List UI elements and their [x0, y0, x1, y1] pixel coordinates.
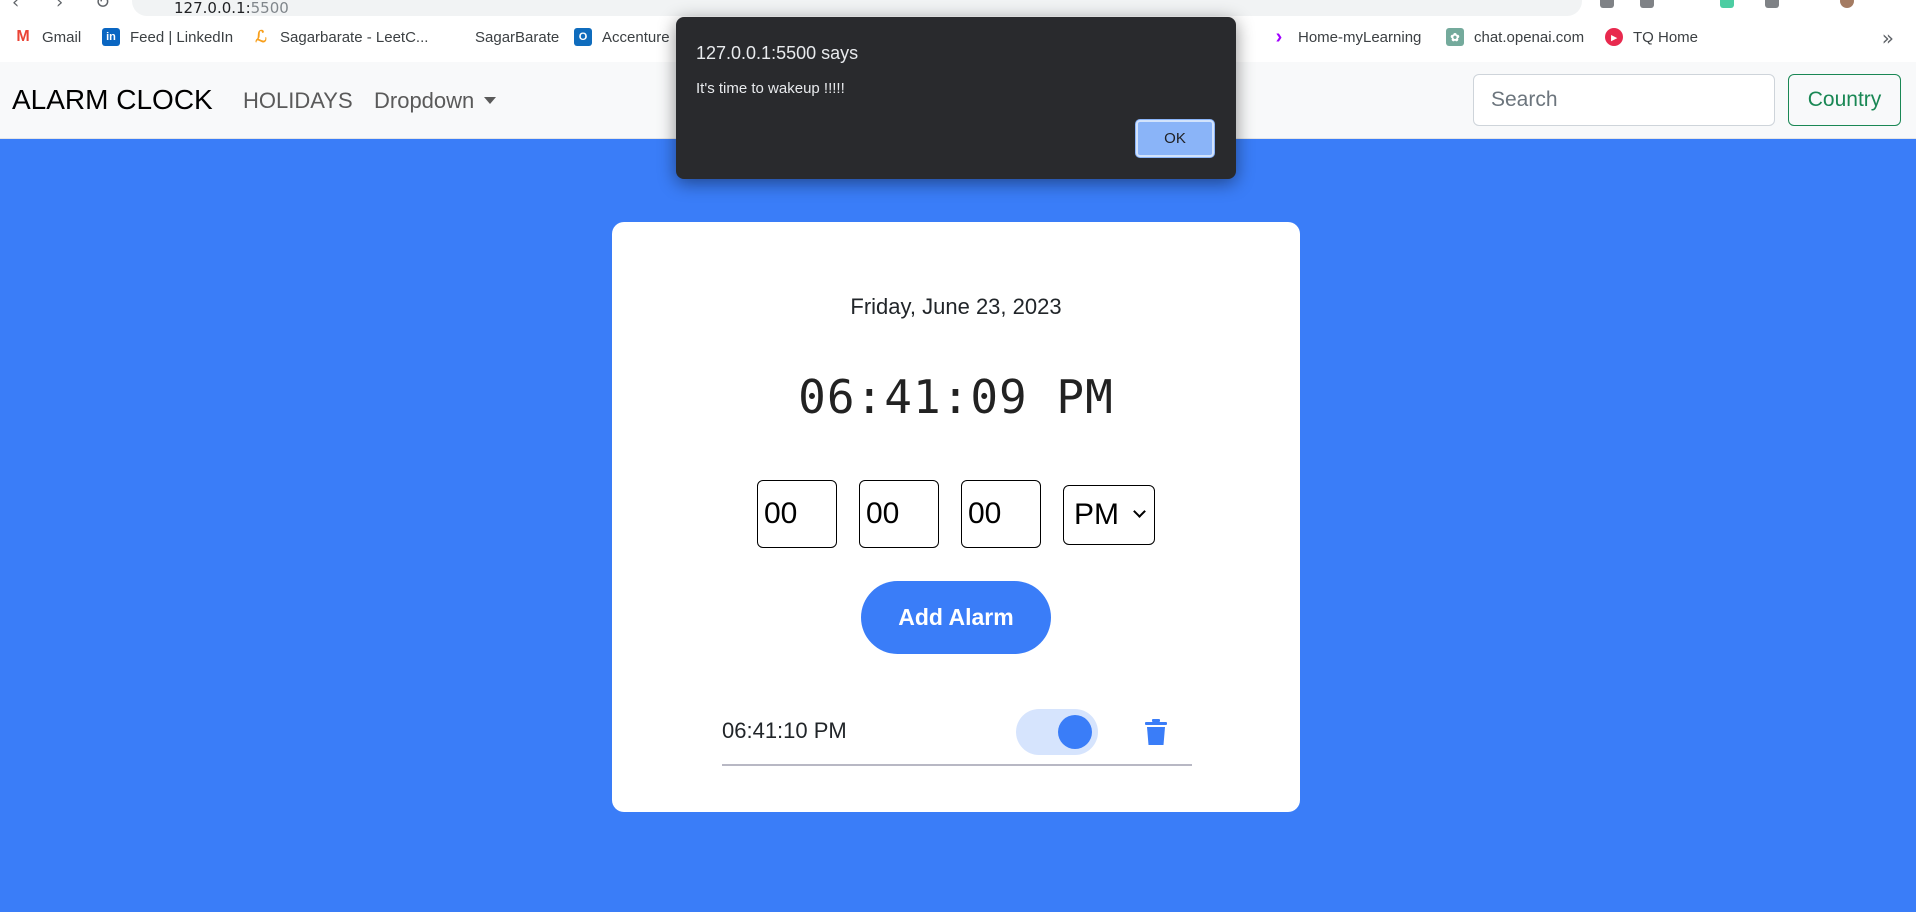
address-strip: ‹ › ↻ 127.0.0.1:5500 — [0, 0, 1916, 16]
bookmark-leetcode[interactable]: ℒ Sagarbarate - LeetC... — [252, 28, 428, 46]
outlook-icon: O — [574, 28, 592, 46]
dropdown-label: Dropdown — [374, 88, 475, 113]
bookmark-linkedin[interactable]: in Feed | LinkedIn — [102, 28, 233, 46]
gmail-icon: M — [14, 28, 32, 46]
toggle-knob — [1058, 715, 1092, 749]
bookmark-openai[interactable]: ✿ chat.openai.com — [1446, 28, 1584, 46]
alarm-toggle[interactable] — [1016, 709, 1098, 755]
bookmarks-overflow-icon[interactable]: » — [1882, 26, 1894, 50]
hour-input[interactable] — [757, 480, 837, 548]
accenture-icon: › — [1275, 25, 1283, 48]
search-input[interactable] — [1473, 74, 1775, 126]
address-host: 127.0.0.1: — [174, 0, 251, 16]
bookmark-label: TQ Home — [1633, 28, 1699, 46]
blank-icon — [447, 28, 465, 46]
ok-button[interactable]: OK — [1136, 120, 1214, 157]
chevron-down-icon — [1133, 505, 1146, 518]
reload-icon[interactable]: ↻ — [95, 0, 110, 13]
openai-icon: ✿ — [1446, 28, 1464, 46]
bookmark-label: Feed | LinkedIn — [130, 28, 234, 46]
address-port: 5500 — [250, 0, 289, 16]
bookmark-label: Sagarbarate - LeetC... — [280, 28, 429, 46]
bookmark-label: Gmail — [42, 28, 82, 46]
bookmark-gmail[interactable]: M Gmail — [14, 28, 81, 46]
second-input[interactable] — [961, 480, 1041, 548]
forward-icon[interactable]: › — [56, 0, 63, 13]
bookmark-label: SagarBarate — [475, 28, 560, 46]
alert-dialog: 127.0.0.1:5500 says It's time to wakeup … — [676, 17, 1236, 179]
bookmark-home-mylearning[interactable]: › Home-myLearning — [1270, 25, 1422, 48]
extension-icon[interactable] — [1600, 0, 1614, 8]
puzzle-icon[interactable] — [1765, 0, 1779, 8]
alarm-time: 06:41:10 PM — [722, 718, 847, 743]
bookmark-label: Home-myLearning — [1298, 28, 1422, 46]
bookmark-label: chat.openai.com — [1474, 28, 1585, 46]
country-button[interactable]: Country — [1788, 74, 1901, 126]
alert-title: 127.0.0.1:5500 says — [696, 43, 859, 63]
address-bar[interactable]: 127.0.0.1:5500 — [132, 0, 1582, 16]
caret-down-icon — [484, 97, 497, 104]
bookmark-accenture[interactable]: O Accenture — [574, 28, 670, 46]
linkedin-icon: in — [102, 28, 120, 46]
current-time: 06:41:09 PM — [798, 370, 1114, 424]
alarm-list-item: 06:41:10 PM — [722, 684, 1192, 766]
avatar[interactable] — [1840, 0, 1854, 8]
ampm-value: PM — [1074, 498, 1119, 531]
tq-icon: ▸ — [1605, 28, 1623, 46]
minute-input[interactable] — [859, 480, 939, 548]
back-icon[interactable]: ‹ — [12, 0, 19, 13]
brand[interactable]: ALARM CLOCK — [12, 84, 213, 116]
extension-icon[interactable] — [1720, 0, 1734, 8]
alert-message: It's time to wakeup !!!!! — [696, 80, 845, 97]
nav-dropdown[interactable]: Dropdown — [374, 88, 497, 114]
current-date: Friday, June 23, 2023 — [850, 294, 1062, 319]
add-alarm-button[interactable]: Add Alarm — [861, 581, 1051, 654]
extension-icon[interactable] — [1640, 0, 1654, 8]
bookmark-label: Accenture — [602, 28, 670, 46]
bookmark-sagarbarate[interactable]: SagarBarate — [447, 28, 559, 46]
ampm-select[interactable]: PM — [1063, 485, 1155, 545]
alarm-card: Friday, June 23, 2023 06:41:09 PM PM Add… — [612, 222, 1300, 812]
trash-icon[interactable] — [1145, 719, 1167, 745]
leetcode-icon: ℒ — [252, 28, 270, 46]
bookmark-tq-home[interactable]: ▸ TQ Home — [1605, 28, 1698, 46]
nav-link-holidays[interactable]: HOLIDAYS — [243, 88, 353, 114]
